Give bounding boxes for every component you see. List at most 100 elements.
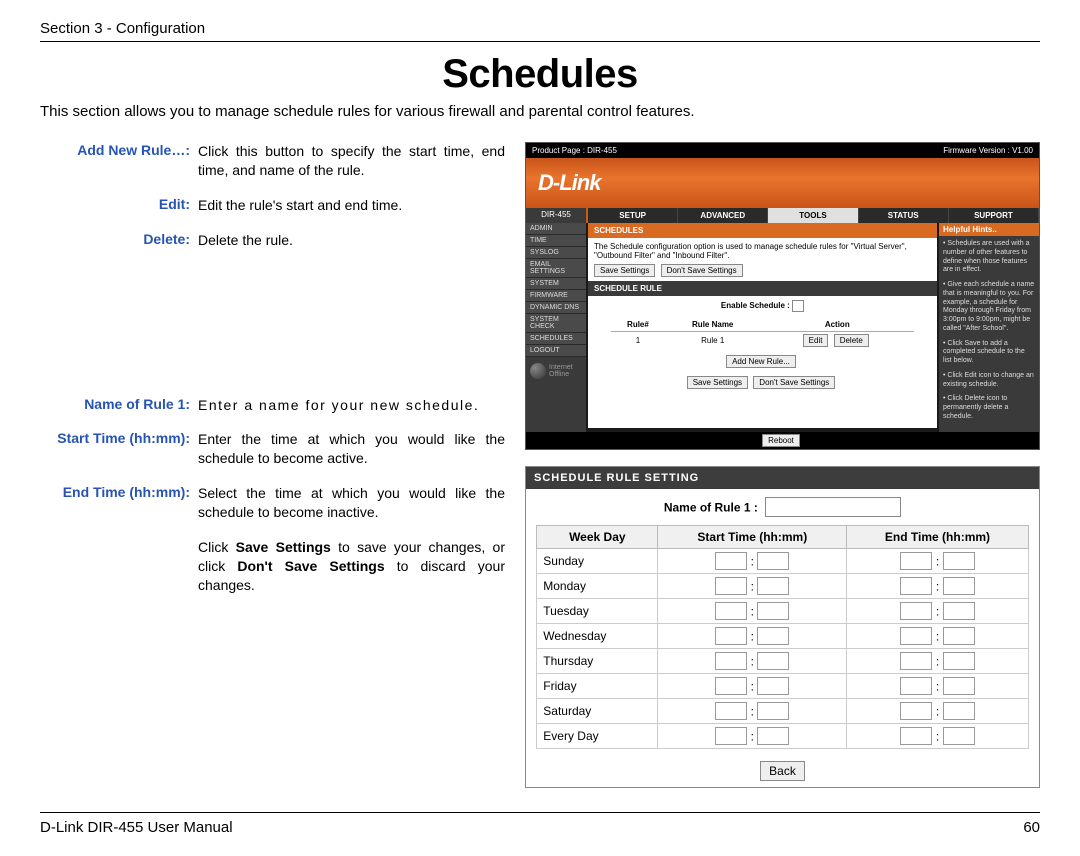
intro-text: This section allows you to manage schedu… xyxy=(40,103,1040,120)
wed-start-mm[interactable] xyxy=(757,627,789,645)
definitions-column: Add New Rule…: Click this button to spec… xyxy=(40,142,505,611)
tab-tools[interactable]: TOOLS xyxy=(768,208,858,223)
dlink-logo: D-Link xyxy=(538,170,600,196)
day-sunday: Sunday xyxy=(537,548,658,573)
add-new-rule-button[interactable]: Add New Rule... xyxy=(726,355,796,368)
side-ddns[interactable]: DYNAMIC DNS xyxy=(526,302,586,314)
page-footer: D-Link DIR-455 User Manual 60 xyxy=(40,812,1040,836)
mon-end-hh[interactable] xyxy=(900,577,932,595)
side-time[interactable]: TIME xyxy=(526,235,586,247)
desc-edit: Edit the rule's start and end time. xyxy=(198,196,505,215)
side-email[interactable]: EMAIL SETTINGS xyxy=(526,259,586,278)
desc-end-time: Select the time at which you would like … xyxy=(198,484,505,522)
model-label: DIR-455 xyxy=(526,208,588,223)
fri-start-hh[interactable] xyxy=(715,677,747,695)
sat-start-hh[interactable] xyxy=(715,702,747,720)
sat-end-hh[interactable] xyxy=(900,702,932,720)
tue-start-hh[interactable] xyxy=(715,602,747,620)
hint-4: • Click Delete icon to permanently delet… xyxy=(943,395,1035,421)
save-settings-button-2[interactable]: Save Settings xyxy=(687,376,748,389)
side-schedules[interactable]: SCHEDULES xyxy=(526,333,586,345)
edit-rule-button[interactable]: Edit xyxy=(803,334,829,347)
dont-save-button-2[interactable]: Don't Save Settings xyxy=(753,376,835,389)
rule-num-cell: 1 xyxy=(611,332,665,350)
hint-2: • Click Save to add a completed schedule… xyxy=(943,340,1035,366)
desc-delete: Delete the rule. xyxy=(198,231,505,250)
term-add-new-rule: Add New Rule…: xyxy=(40,142,198,180)
thu-end-hh[interactable] xyxy=(900,652,932,670)
thu-start-hh[interactable] xyxy=(715,652,747,670)
every-start-mm[interactable] xyxy=(757,727,789,745)
firmware-label: Firmware Version : V1.00 xyxy=(943,146,1033,155)
helpful-hints-heading: Helpful Hints.. xyxy=(939,223,1039,236)
back-button[interactable]: Back xyxy=(760,761,805,781)
day-tuesday: Tuesday xyxy=(537,598,658,623)
col-end-time: End Time (hh:mm) xyxy=(847,525,1028,548)
every-start-hh[interactable] xyxy=(715,727,747,745)
schedule-rule-setting-panel: SCHEDULE RULE SETTING Name of Rule 1 : W… xyxy=(525,466,1040,788)
every-end-mm[interactable] xyxy=(943,727,975,745)
rule-name-cell: Rule 1 xyxy=(665,332,760,350)
side-firmware[interactable]: FIRMWARE xyxy=(526,290,586,302)
schedules-heading: SCHEDULES xyxy=(588,223,937,238)
tab-status[interactable]: STATUS xyxy=(859,208,949,223)
mon-start-hh[interactable] xyxy=(715,577,747,595)
dont-save-button[interactable]: Don't Save Settings xyxy=(661,264,743,277)
tue-end-mm[interactable] xyxy=(943,602,975,620)
sat-start-mm[interactable] xyxy=(757,702,789,720)
tab-setup[interactable]: SETUP xyxy=(588,208,678,223)
schedule-rule-setting-heading: SCHEDULE RULE SETTING xyxy=(526,467,1039,489)
save-settings-note: Click Save Settings to save your changes… xyxy=(198,538,505,595)
tab-support[interactable]: SUPPORT xyxy=(949,208,1039,223)
thu-end-mm[interactable] xyxy=(943,652,975,670)
wed-start-hh[interactable] xyxy=(715,627,747,645)
tue-end-hh[interactable] xyxy=(900,602,932,620)
mon-end-mm[interactable] xyxy=(943,577,975,595)
tab-advanced[interactable]: ADVANCED xyxy=(678,208,768,223)
router-screenshot: Product Page : DIR-455 Firmware Version … xyxy=(525,142,1040,450)
name-of-rule-input[interactable] xyxy=(765,497,901,517)
enable-schedule-checkbox[interactable] xyxy=(792,300,804,312)
reboot-button[interactable]: Reboot xyxy=(762,434,800,447)
fri-end-mm[interactable] xyxy=(943,677,975,695)
side-system[interactable]: SYSTEM xyxy=(526,278,586,290)
hint-3: • Click Edit icon to change an existing … xyxy=(943,372,1035,390)
globe-icon xyxy=(530,363,546,379)
sun-end-mm[interactable] xyxy=(943,552,975,570)
internet-status: Internet Offline xyxy=(549,364,582,378)
sun-end-hh[interactable] xyxy=(900,552,932,570)
term-start-time: Start Time (hh:mm): xyxy=(40,430,198,468)
side-syslog[interactable]: SYSLOG xyxy=(526,247,586,259)
term-edit: Edit: xyxy=(40,196,198,215)
fri-end-hh[interactable] xyxy=(900,677,932,695)
delete-rule-button[interactable]: Delete xyxy=(834,334,869,347)
page-header: Section 3 - Configuration xyxy=(40,20,1040,42)
save-settings-button[interactable]: Save Settings xyxy=(594,264,655,277)
wed-end-mm[interactable] xyxy=(943,627,975,645)
col-start-time: Start Time (hh:mm) xyxy=(658,525,847,548)
every-end-hh[interactable] xyxy=(900,727,932,745)
side-logout[interactable]: LOGOUT xyxy=(526,345,586,357)
day-wednesday: Wednesday xyxy=(537,623,658,648)
col-weekday: Week Day xyxy=(537,525,658,548)
mon-start-mm[interactable] xyxy=(757,577,789,595)
day-friday: Friday xyxy=(537,673,658,698)
sun-start-mm[interactable] xyxy=(757,552,789,570)
router-banner: D-Link xyxy=(526,158,1039,208)
sun-start-hh[interactable] xyxy=(715,552,747,570)
side-admin[interactable]: ADMIN xyxy=(526,223,586,235)
hint-1: • Give each schedule a name that is mean… xyxy=(943,281,1035,334)
wed-end-hh[interactable] xyxy=(900,627,932,645)
day-thursday: Thursday xyxy=(537,648,658,673)
hint-0: • Schedules are used with a number of ot… xyxy=(943,240,1035,275)
thu-start-mm[interactable] xyxy=(757,652,789,670)
footer-left: D-Link DIR-455 User Manual xyxy=(40,819,233,836)
sat-end-mm[interactable] xyxy=(943,702,975,720)
side-syscheck[interactable]: SYSTEM CHECK xyxy=(526,314,586,333)
day-every: Every Day xyxy=(537,723,658,748)
schedules-text: The Schedule configuration option is use… xyxy=(594,242,931,260)
helpful-hints-panel: Helpful Hints.. • Schedules are used wit… xyxy=(939,223,1039,432)
tue-start-mm[interactable] xyxy=(757,602,789,620)
fri-start-mm[interactable] xyxy=(757,677,789,695)
term-delete: Delete: xyxy=(40,231,198,250)
